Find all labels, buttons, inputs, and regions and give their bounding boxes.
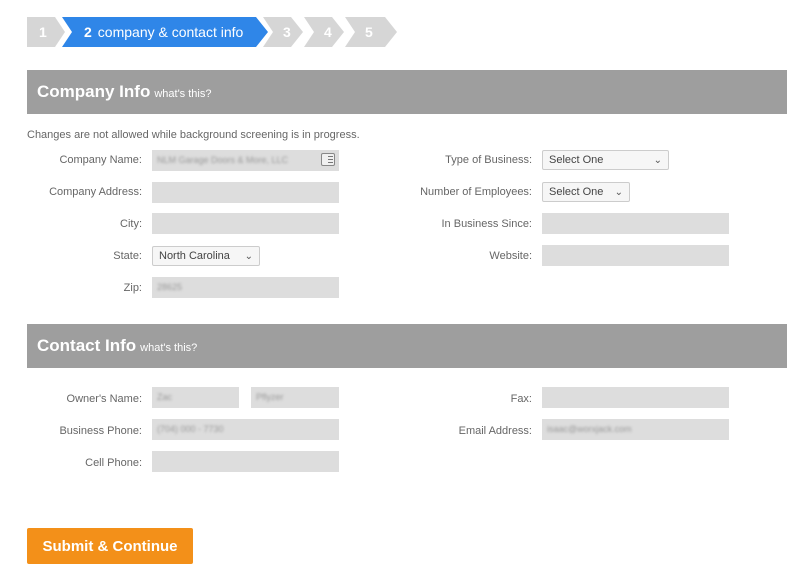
contact-card-icon[interactable] xyxy=(321,153,335,166)
step-3[interactable]: 3 xyxy=(263,17,303,47)
company-name-label: Company Name: xyxy=(59,154,142,166)
type-of-business-select[interactable]: Select One ⌄ xyxy=(542,150,669,170)
number-of-employees-value: Select One xyxy=(549,186,604,198)
owner-last-name-field[interactable]: Pflyzer xyxy=(251,387,339,408)
type-of-business-value: Select One xyxy=(549,154,604,166)
website-field[interactable] xyxy=(542,245,729,266)
step-2-label: company & contact info xyxy=(97,24,244,40)
screening-notice: Changes are not allowed while background… xyxy=(27,129,360,141)
number-of-employees-select[interactable]: Select One ⌄ xyxy=(542,182,630,202)
fax-label: Fax: xyxy=(510,393,532,405)
chevron-down-icon: ⌄ xyxy=(653,155,662,166)
email-address-value: isaac@worxjack.com xyxy=(547,424,632,434)
step-1[interactable]: 1 xyxy=(27,17,65,47)
cell-phone-field[interactable] xyxy=(152,451,339,472)
email-address-label: Email Address: xyxy=(458,425,532,437)
company-help-link[interactable]: what's this? xyxy=(154,88,211,100)
step-3-number: 3 xyxy=(283,24,291,40)
state-value: North Carolina xyxy=(159,250,230,262)
contact-info-header: Contact Info what's this? xyxy=(27,324,787,368)
cell-phone-label: Cell Phone: xyxy=(85,457,142,469)
step-2-active[interactable]: 2 company & contact info xyxy=(62,17,268,47)
in-business-since-label: In Business Since: xyxy=(441,218,533,230)
business-phone-value: (704) 000 - 7730 xyxy=(157,424,224,434)
zip-label: Zip: xyxy=(123,282,142,294)
city-label: City: xyxy=(120,218,142,230)
website-label: Website: xyxy=(489,250,532,262)
business-phone-label: Business Phone: xyxy=(59,425,142,437)
owner-first-name-field[interactable]: Zac xyxy=(152,387,239,408)
owners-name-label: Owner's Name: xyxy=(66,393,142,405)
zip-value: 28625 xyxy=(157,282,183,292)
step-1-number: 1 xyxy=(39,24,47,40)
in-business-since-field[interactable] xyxy=(542,213,729,234)
step-4[interactable]: 4 xyxy=(304,17,344,47)
owner-first-name-value: Zac xyxy=(157,392,173,402)
owner-last-name-value: Pflyzer xyxy=(256,392,284,402)
company-address-label: Company Address: xyxy=(49,186,142,198)
submit-continue-button[interactable]: Submit & Continue xyxy=(27,528,193,564)
city-field[interactable] xyxy=(152,213,339,234)
contact-info-title: Contact Info xyxy=(37,336,137,355)
company-info-header: Company Info what's this? xyxy=(27,70,787,114)
step-2-number: 2 xyxy=(84,24,92,40)
step-4-number: 4 xyxy=(324,24,332,40)
chevron-down-icon: ⌄ xyxy=(614,187,623,198)
step-5-number: 5 xyxy=(365,24,373,40)
step-5[interactable]: 5 xyxy=(345,17,397,47)
state-label: State: xyxy=(113,250,142,262)
state-select[interactable]: North Carolina ⌄ xyxy=(152,246,260,266)
company-name-value: NLM Garage Doors & More, LLC xyxy=(157,155,289,165)
number-of-employees-label: Number of Employees: xyxy=(420,186,532,198)
chevron-down-icon: ⌄ xyxy=(244,251,253,262)
company-name-field[interactable]: NLM Garage Doors & More, LLC xyxy=(152,150,339,171)
business-phone-field[interactable]: (704) 000 - 7730 xyxy=(152,419,339,440)
contact-help-link[interactable]: what's this? xyxy=(140,342,197,354)
email-address-field[interactable]: isaac@worxjack.com xyxy=(542,419,729,440)
zip-field[interactable]: 28625 xyxy=(152,277,339,298)
type-of-business-label: Type of Business: xyxy=(445,154,532,166)
fax-field[interactable] xyxy=(542,387,729,408)
company-address-field[interactable] xyxy=(152,182,339,203)
company-info-title: Company Info xyxy=(37,82,151,101)
